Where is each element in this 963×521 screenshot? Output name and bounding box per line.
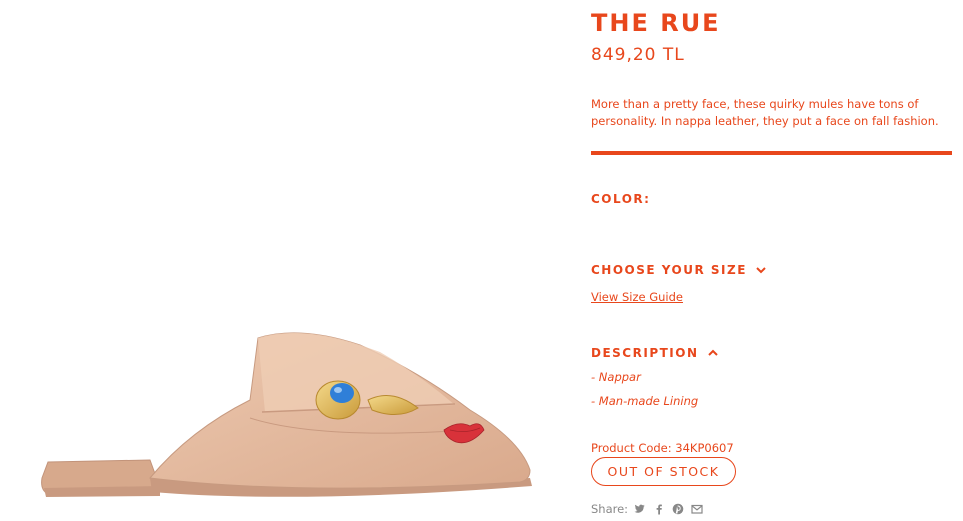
product-description: More than a pretty face, these quirky mu… <box>591 97 939 128</box>
twitter-icon[interactable] <box>634 503 646 515</box>
divider <box>591 151 952 155</box>
choose-size-toggle[interactable]: CHOOSE YOUR SIZE <box>591 263 766 277</box>
product-title: THE RUE <box>591 9 721 37</box>
description-item: - Man-made Lining <box>591 394 699 408</box>
product-image[interactable] <box>0 0 575 521</box>
facebook-icon[interactable] <box>653 503 665 515</box>
product-image-area <box>0 0 575 521</box>
pinterest-icon[interactable] <box>672 503 684 515</box>
description-toggle[interactable]: DESCRIPTION <box>591 346 718 360</box>
product-price: 849,20 TL <box>591 45 685 65</box>
product-code: Product Code: 34KP0607 <box>591 441 734 455</box>
email-icon[interactable] <box>691 503 703 515</box>
share-label: Share: <box>591 502 629 516</box>
out-of-stock-button[interactable]: OUT OF STOCK <box>591 457 736 486</box>
size-guide-link[interactable]: View Size Guide <box>591 290 683 304</box>
description-label: DESCRIPTION <box>591 346 699 360</box>
chevron-up-icon <box>707 349 718 356</box>
choose-size-label: CHOOSE YOUR SIZE <box>591 263 747 277</box>
product-info-panel: THE RUE 849,20 TL More than a pretty fac… <box>591 0 953 521</box>
share-bar: Share: <box>591 502 710 516</box>
color-label: COLOR: <box>591 192 651 206</box>
chevron-down-icon <box>756 267 766 274</box>
description-item: - Nappar <box>591 370 641 384</box>
